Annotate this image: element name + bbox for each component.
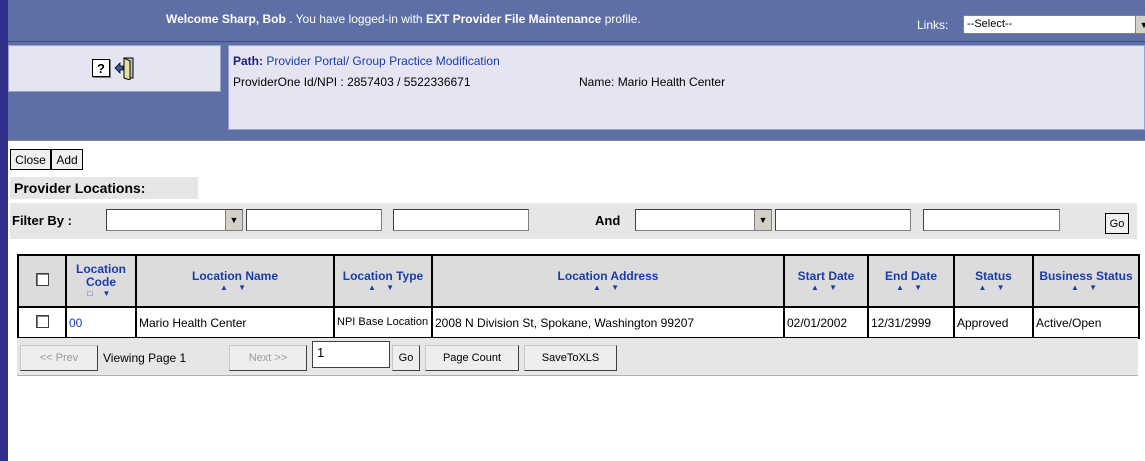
chevron-down-icon: ▼ <box>1135 16 1145 33</box>
page-number-input[interactable]: 1 <box>312 341 390 368</box>
sort-icon[interactable]: □ ▼ <box>69 289 133 299</box>
column-header-label: Location Name <box>191 268 278 283</box>
filter-value-input-4[interactable] <box>923 209 1060 231</box>
column-header[interactable]: Start Date ▲ ▼ <box>783 254 869 308</box>
welcome-prefix: Welcome <box>166 12 219 26</box>
section-title: Provider Locations: <box>10 177 198 199</box>
filter-value-input-2[interactable] <box>393 209 529 231</box>
column-header[interactable]: Location Type ▲ ▼ <box>333 254 433 308</box>
exit-door-icon[interactable] <box>114 56 136 80</box>
column-header[interactable]: Business Status ▲ ▼ <box>1032 254 1140 308</box>
location-address-cell: 2008 N Division St, Spokane, Washington … <box>431 306 785 339</box>
provider-id-value: 2857403 / 5522336671 <box>347 75 471 89</box>
links-label: Links: <box>917 18 949 32</box>
header-region: ? Path: Provider Portal/ Group Practice … <box>8 42 1145 140</box>
row-checkbox[interactable] <box>35 314 49 328</box>
column-header-label: Status <box>975 268 1012 283</box>
column-header[interactable]: Status ▲ ▼ <box>953 254 1034 308</box>
column-header[interactable]: Location Address ▲ ▼ <box>431 254 785 308</box>
profile-name: EXT Provider File Maintenance <box>425 12 602 26</box>
business-status-cell: Active/Open <box>1032 306 1140 339</box>
row-select-cell <box>17 306 67 339</box>
viewing-page-label: Viewing Page 1 <box>103 351 187 365</box>
status-cell: Approved <box>953 306 1034 339</box>
column-header-label: Business Status <box>1039 268 1133 283</box>
welcome-mid: . You have logged-in with <box>289 12 423 26</box>
pager-bar: << Prev Viewing Page 1 Next >> 1 Go Page… <box>17 338 1138 376</box>
column-header-label: End Date <box>884 268 937 283</box>
column-header[interactable]: Location Code □ ▼ <box>65 254 137 308</box>
page-go-button[interactable]: Go <box>392 345 420 371</box>
help-icon[interactable]: ? <box>92 59 110 77</box>
location-code-link[interactable]: 00 <box>69 316 82 330</box>
sort-icon[interactable]: ▲ ▼ <box>1036 283 1136 293</box>
and-label: And <box>595 213 621 228</box>
provider-name-line: Name: Mario Health Center <box>579 75 725 89</box>
sort-icon[interactable]: ▲ ▼ <box>139 283 331 293</box>
column-header-label: Location Type <box>342 268 424 283</box>
links-select-value: --Select-- <box>967 18 1013 30</box>
location-code-cell: 00 <box>65 306 137 339</box>
column-header[interactable]: Location Name ▲ ▼ <box>135 254 335 308</box>
filter-field-select-2[interactable]: ▼ <box>635 209 772 231</box>
provider-name-label: Name: <box>579 75 615 89</box>
sort-icon[interactable]: ▲ ▼ <box>957 283 1030 293</box>
end-date-cell: 12/31/2999 <box>867 306 955 339</box>
next-page-button[interactable]: Next >> <box>229 345 307 371</box>
provider-id-line: ProviderOne Id/NPI : 2857403 / 552233667… <box>233 75 471 89</box>
filter-value-input-1[interactable] <box>246 209 382 231</box>
page: Welcome Sharp, Bob . You have logged-in … <box>0 0 1145 461</box>
filter-label: Filter By : <box>12 213 72 228</box>
top-banner: Welcome Sharp, Bob . You have logged-in … <box>8 0 1145 42</box>
locations-table: Location Code □ ▼ Location Name ▲ ▼ Locati… <box>17 254 1140 339</box>
table-header-row: Location Code □ ▼ Location Name ▲ ▼ Locati… <box>17 254 1140 308</box>
start-date-cell: 02/01/2002 <box>783 306 869 339</box>
provider-id-label: ProviderOne Id/NPI : <box>233 75 344 89</box>
breadcrumb: Path: Provider Portal/ Group Practice Mo… <box>233 54 500 68</box>
column-header-label: Start Date <box>797 268 855 283</box>
chevron-down-icon: ▼ <box>754 210 771 230</box>
icon-panel: ? <box>8 45 221 92</box>
close-button[interactable]: Close <box>10 149 51 170</box>
filter-value-input-3[interactable] <box>775 209 911 231</box>
page-count-button[interactable]: Page Count <box>425 345 519 371</box>
table-row: 00 Mario Health Center NPI Base Location… <box>17 306 1140 339</box>
path-panel: Path: Provider Portal/ Group Practice Mo… <box>228 45 1145 130</box>
links-select[interactable]: --Select-- ▼ <box>963 15 1145 34</box>
filter-field-select-1[interactable]: ▼ <box>106 209 243 231</box>
location-type-value: NPI Base Location <box>337 316 429 328</box>
select-all-cell <box>17 254 67 308</box>
welcome-suffix: profile. <box>604 12 641 26</box>
save-to-xls-button[interactable]: SaveToXLS <box>524 345 617 371</box>
sort-icon[interactable]: ▲ ▼ <box>871 283 951 293</box>
sort-icon[interactable]: ▲ ▼ <box>787 283 865 293</box>
left-edge-bar <box>0 0 8 461</box>
user-name: Sharp, Bob <box>221 12 286 26</box>
location-type-cell: NPI Base Location <box>333 306 433 339</box>
path-label: Path: <box>233 54 263 68</box>
sort-icon[interactable]: ▲ ▼ <box>337 283 429 293</box>
filter-bar: Filter By : ▼ And ▼ Go <box>10 203 1137 239</box>
location-name-cell: Mario Health Center <box>135 306 335 339</box>
select-all-checkbox[interactable] <box>35 273 49 286</box>
add-button[interactable]: Add <box>51 149 83 170</box>
prev-page-button[interactable]: << Prev <box>20 345 98 371</box>
provider-name-value: Mario Health Center <box>617 75 726 89</box>
column-header[interactable]: End Date ▲ ▼ <box>867 254 955 308</box>
welcome-message: Welcome Sharp, Bob . You have logged-in … <box>166 12 641 26</box>
column-header-label: Location Code <box>76 262 126 289</box>
chevron-down-icon: ▼ <box>225 210 242 230</box>
column-header-label: Location Address <box>557 268 659 283</box>
sort-icon[interactable]: ▲ ▼ <box>435 283 781 293</box>
filter-go-button[interactable]: Go <box>1105 213 1129 234</box>
breadcrumb-path[interactable]: Provider Portal/ Group Practice Modifica… <box>266 54 499 68</box>
content-area: Close Add Provider Locations: Filter By … <box>8 140 1145 461</box>
